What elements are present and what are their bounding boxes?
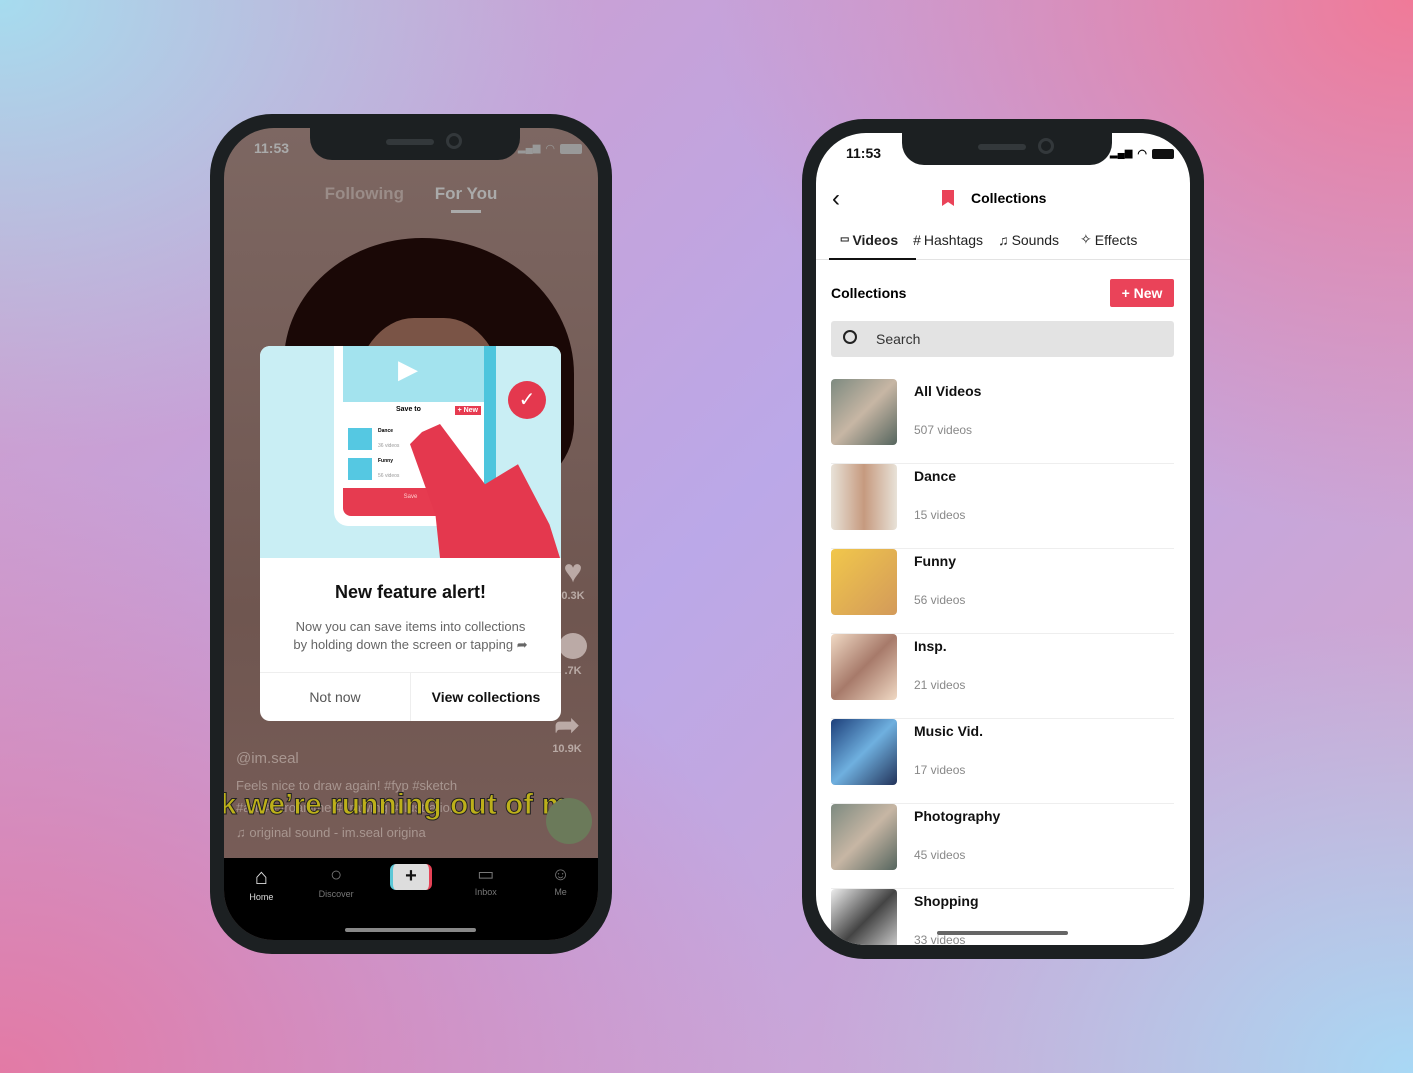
sound-label: ♫ original sound - im.seal origina [236, 825, 426, 840]
comment-icon[interactable] [559, 633, 587, 659]
bookmark-icon [942, 190, 954, 206]
music-note-icon: ♫ [236, 825, 250, 840]
collection-count: 56 videos [914, 593, 966, 607]
modal-body: Now you can save items into collections b… [293, 619, 528, 652]
collection-thumbnail [831, 549, 897, 615]
collection-thumbnail [831, 634, 897, 700]
collections-screen: 11:53 ▂▄▆ ◠ ‹ Collections ▭ Videos # Hashta… [816, 133, 1190, 945]
search-icon [843, 330, 857, 344]
search-input[interactable]: Search [831, 321, 1174, 357]
sparkle-icon: ✧ [1080, 231, 1092, 247]
illus-item-count: 56 videos [378, 473, 400, 479]
collection-name: Funny [914, 553, 956, 569]
feature-alert-modal: ▶ Save Save to + New Dance 36 videos Funn… [260, 346, 561, 721]
inbox-icon: ▭ [477, 864, 495, 884]
collection-name: Shopping [914, 893, 979, 909]
collection-count: 17 videos [914, 763, 966, 777]
illus-item-count: 36 videos [378, 443, 400, 449]
collection-row[interactable]: Funny 56 videos [831, 549, 1174, 634]
new-collection-button[interactable]: + New [1110, 279, 1174, 307]
home-indicator [345, 928, 476, 932]
hashtag-icon: # [913, 231, 921, 248]
illus-new-label: + New [454, 406, 481, 415]
status-icons: ▂▄▆ ◠ [1110, 147, 1174, 160]
nav-me[interactable]: ☺ Me [531, 864, 591, 940]
right-phone: 11:53 ▂▄▆ ◠ ‹ Collections ▭ Videos # Hashta… [802, 119, 1204, 959]
video-camera-icon: ▭ [840, 234, 850, 245]
collection-name: Photography [914, 808, 1001, 824]
status-time: 11:53 [846, 145, 882, 161]
lyrics-overlay: k we’re running out of m [224, 788, 569, 822]
tab-following[interactable]: Following [325, 184, 404, 203]
music-note-icon: ♫ [998, 231, 1009, 248]
tab-videos[interactable]: ▭ Videos [840, 231, 898, 248]
share-arrow-icon: ➦ [516, 637, 528, 652]
collection-name: Music Vid. [914, 723, 983, 739]
section-title: Collections [831, 285, 907, 301]
collection-count: 507 videos [914, 423, 973, 437]
back-button[interactable]: ‹ [832, 185, 840, 213]
collection-thumbnail [831, 804, 897, 870]
check-icon: ✓ [508, 381, 546, 419]
tab-hashtags[interactable]: # Hashtags [913, 231, 983, 248]
collection-tabs: ▭ Videos # Hashtags ♫ Sounds ✧ Effects [840, 231, 1180, 248]
sound-disc[interactable] [546, 798, 592, 844]
tab-sounds[interactable]: ♫ Sounds [998, 231, 1059, 248]
collection-row[interactable]: Insp. 21 videos [831, 634, 1174, 719]
home-icon: ⌂ [254, 864, 269, 889]
collection-count: 45 videos [914, 848, 966, 862]
search-icon: ○ [330, 864, 343, 886]
left-phone: 11:53 ▂▄▆ ◠ Following For You ♥ 0.3K .7K ➦… [210, 114, 612, 954]
collection-name: Insp. [914, 638, 947, 654]
collection-row[interactable]: Photography 45 videos [831, 804, 1174, 889]
status-time: 11:53 [254, 140, 290, 156]
profile-icon: ☺ [551, 864, 570, 884]
collection-row[interactable]: Dance 15 videos [831, 464, 1174, 549]
status-icons: ▂▄▆ ◠ [518, 142, 582, 155]
collection-row[interactable]: Shopping 33 videos [831, 889, 1174, 945]
home-indicator [937, 931, 1068, 935]
video-feed-screen: 11:53 ▂▄▆ ◠ Following For You ♥ 0.3K .7K ➦… [224, 128, 598, 940]
view-collections-button[interactable]: View collections [411, 673, 561, 721]
username[interactable]: @im.seal [236, 750, 299, 767]
feed-tabs: Following For You [224, 184, 598, 213]
collection-name: All Videos [914, 383, 982, 399]
collection-thumbnail [831, 889, 897, 945]
collection-thumbnail [831, 719, 897, 785]
collection-row[interactable]: Music Vid. 17 videos [831, 719, 1174, 804]
collection-thumbnail [831, 379, 897, 445]
illustration: ▶ Save Save to + New Dance 36 videos Funn… [260, 346, 561, 558]
collection-count: 15 videos [914, 508, 966, 522]
collection-row[interactable]: All Videos 507 videos [831, 379, 1174, 464]
page-title: Collections [971, 190, 1047, 206]
not-now-button[interactable]: Not now [260, 673, 411, 721]
modal-title: New feature alert! [334, 582, 487, 602]
tab-for-you[interactable]: For You [435, 184, 498, 203]
collection-name: Dance [914, 468, 957, 484]
nav-home[interactable]: ⌂ Home [231, 864, 291, 940]
collection-count: 21 videos [914, 678, 966, 692]
plus-icon: + [389, 864, 432, 890]
collection-thumbnail [831, 464, 897, 530]
tab-effects[interactable]: ✧ Effects [1080, 231, 1137, 248]
